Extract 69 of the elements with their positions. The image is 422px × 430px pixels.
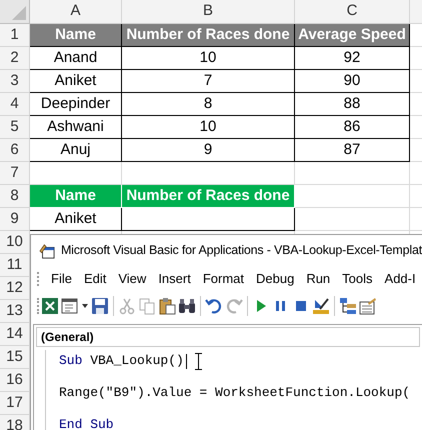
tree-icon[interactable] — [339, 297, 357, 315]
table-cell: Aniket — [30, 208, 122, 231]
object-dropdown[interactable]: (General) — [36, 327, 420, 347]
row-header[interactable]: 17 — [0, 392, 30, 415]
undo-icon[interactable] — [205, 297, 223, 315]
menu-item[interactable]: Format — [196, 269, 250, 289]
row-header[interactable]: 13 — [0, 300, 30, 323]
column-header[interactable]: B — [122, 0, 295, 24]
row-header[interactable]: 15 — [0, 346, 30, 369]
table-cell: 7 — [122, 70, 295, 93]
code-line: Sub VBA_Lookup() — [59, 352, 184, 370]
row-header[interactable]: 4 — [0, 93, 30, 116]
menu-item[interactable]: Insert — [152, 269, 197, 289]
row-header[interactable]: 3 — [0, 70, 30, 93]
userform-icon[interactable] — [61, 297, 79, 315]
excel-icon[interactable] — [41, 297, 59, 315]
menu-item[interactable]: File — [45, 269, 78, 289]
column-header[interactable]: A — [30, 0, 122, 24]
binoculars-icon[interactable] — [178, 297, 196, 315]
table-cell: 88 — [295, 93, 410, 116]
table-cell: 10 — [122, 116, 295, 139]
row-header[interactable]: 5 — [0, 116, 30, 139]
vba-app-icon — [39, 242, 55, 260]
row-header[interactable]: 11 — [0, 254, 30, 277]
row-header[interactable]: 9 — [0, 208, 30, 231]
header-cell: Name — [30, 24, 122, 47]
table-cell: 9 — [122, 139, 295, 162]
column-header[interactable]: C — [295, 0, 410, 24]
menu-item[interactable]: Edit — [78, 269, 112, 289]
ibeam-cursor-icon — [194, 352, 202, 370]
window-title: Microsoft Visual Basic for Applications - VBA-Lookup-Excel-Templat — [60, 242, 422, 260]
row-header[interactable]: 1 — [0, 24, 30, 47]
row-header[interactable]: 8 — [0, 185, 30, 208]
properties-icon[interactable] — [359, 297, 377, 315]
row-header[interactable]: 7 — [0, 162, 30, 185]
menu-item[interactable]: View — [112, 269, 152, 289]
row-header[interactable]: 12 — [0, 277, 30, 300]
table-cell: 87 — [295, 139, 410, 162]
table-cell: Ashwani — [30, 116, 122, 139]
row-header[interactable]: 2 — [0, 47, 30, 70]
row-header[interactable]: 18 — [0, 415, 30, 430]
save-icon[interactable] — [91, 297, 109, 315]
row-header[interactable]: 10 — [0, 231, 30, 254]
table-cell: 10 — [122, 47, 295, 70]
table-cell: 90 — [295, 70, 410, 93]
text-cursor-icon — [186, 354, 187, 368]
ruler-pencil-icon[interactable] — [312, 297, 330, 315]
header-cell: Name — [30, 185, 122, 208]
table-cell: Anuj — [30, 139, 122, 162]
table-cell: Deepinder — [30, 93, 122, 116]
table-cell: 8 — [122, 93, 295, 116]
header-cell: Average Speed — [295, 24, 410, 47]
corner-triangle-icon — [12, 6, 26, 20]
header-cell: Number of Races done — [122, 185, 295, 208]
row-header[interactable]: 6 — [0, 139, 30, 162]
table-cell: 92 — [295, 47, 410, 70]
code-line: End Sub — [59, 416, 114, 430]
table-cell: Anand — [30, 47, 122, 70]
menu-item[interactable]: Tools — [336, 269, 379, 289]
table-cell: Aniket — [30, 70, 122, 93]
menu-item[interactable]: Debug — [250, 269, 300, 289]
row-header[interactable]: 14 — [0, 323, 30, 346]
header-cell: Number of Races done — [122, 24, 295, 47]
code-line: Range("B9").Value = WorksheetFunction.Lookup( — [59, 384, 410, 402]
table-cell: 86 — [295, 116, 410, 139]
paste-icon[interactable] — [158, 297, 176, 315]
menu-item[interactable]: Run — [300, 269, 336, 289]
menu-item[interactable]: Add-I — [378, 269, 422, 289]
row-header[interactable]: 16 — [0, 369, 30, 392]
